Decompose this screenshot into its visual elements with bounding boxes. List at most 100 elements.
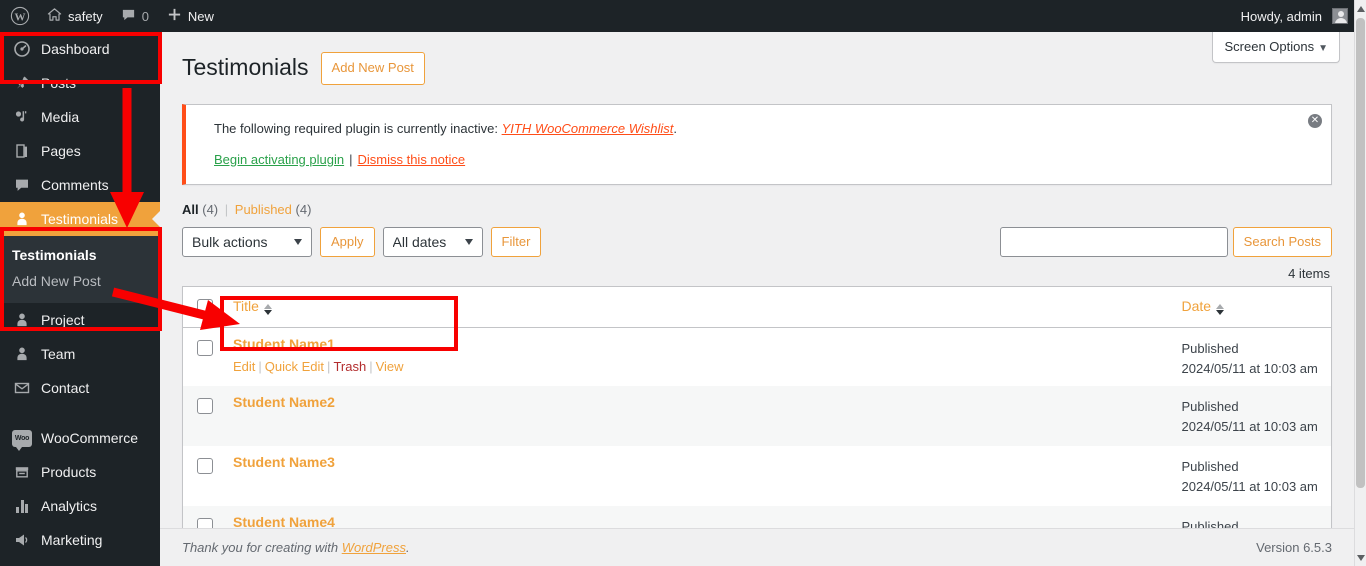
title-sort-link[interactable]: Title: [233, 298, 259, 314]
sidebar-item-woocommerce[interactable]: Woo WooCommerce: [0, 421, 160, 455]
post-date: 2024/05/11 at 10:03 am: [1181, 360, 1318, 376]
post-title-link[interactable]: Student Name2: [233, 394, 335, 410]
bulk-actions-select[interactable]: Bulk actions: [182, 227, 312, 258]
search-posts-button[interactable]: Search Posts: [1232, 227, 1332, 258]
sidebar-item-pages[interactable]: Pages: [0, 134, 160, 168]
search-input[interactable]: [999, 227, 1228, 258]
products-box-icon: [12, 464, 32, 480]
row-checkbox[interactable]: [197, 458, 213, 475]
person-icon: [12, 312, 32, 328]
close-circle-icon[interactable]: ✕: [1308, 113, 1322, 128]
sidebar-item-testimonials[interactable]: Testimonials: [0, 202, 160, 236]
notice-text-before: The following required plugin is current…: [214, 120, 502, 136]
sort-arrows-icon[interactable]: [1216, 303, 1225, 315]
new-content-menu[interactable]: New: [158, 0, 223, 32]
bulk-actions-select-wrap: Bulk actions: [182, 227, 312, 258]
sort-arrows-icon[interactable]: [263, 303, 272, 315]
avatar[interactable]: [1332, 8, 1348, 24]
post-title-link[interactable]: Student Name3: [233, 454, 335, 470]
chevron-down-icon: ▼: [1318, 43, 1328, 54]
envelope-icon: [12, 380, 32, 396]
howdy-menu[interactable]: Howdy, admin: [1232, 0, 1324, 32]
footer-thankyou: Thank you for creating with WordPress.: [182, 540, 410, 555]
submenu-item-testimonials[interactable]: Testimonials: [0, 242, 160, 268]
plugin-inactive-notice: ✕ The following required plugin is curre…: [182, 103, 1332, 186]
sidebar-item-label: Comments: [41, 177, 109, 193]
sidebar-item-products[interactable]: Products: [0, 455, 160, 489]
views-filter-list: All (4) | Published (4): [182, 202, 1332, 217]
sidebar-item-project[interactable]: Project: [0, 303, 160, 337]
row-date-cell: Published 2024/05/11 at 10:03 am: [1171, 386, 1332, 447]
screen-options-button[interactable]: Screen Options ▼: [1212, 32, 1340, 63]
table-row[interactable]: Student Name3 Published 2024/05/11 at 10…: [183, 446, 1332, 506]
post-title-link[interactable]: Student Name1: [233, 336, 335, 352]
table-row[interactable]: Student Name2 Published 2024/05/11 at 10…: [182, 386, 1332, 447]
title-column-header: Title: [223, 286, 1172, 329]
screen-meta: Screen Options ▼: [1212, 32, 1340, 63]
sidebar-item-label: Project: [41, 312, 85, 328]
submenu-item-add-new-post[interactable]: Add New Post: [0, 268, 160, 294]
row-action-edit[interactable]: Edit: [233, 359, 255, 374]
view-all-label[interactable]: All: [182, 202, 199, 217]
row-checkbox[interactable]: [197, 398, 213, 415]
all-dates-select-wrap: All dates: [382, 227, 483, 258]
view-published-label[interactable]: Published: [235, 202, 292, 217]
new-label: New: [187, 8, 214, 24]
select-all-checkbox[interactable]: [197, 299, 213, 316]
row-action-trash[interactable]: Trash: [333, 359, 366, 374]
wordpress-logo-icon[interactable]: W: [0, 0, 38, 32]
comments-count: 0: [141, 8, 149, 24]
begin-activating-plugin-link[interactable]: Begin activating plugin: [214, 152, 344, 167]
add-new-post-button[interactable]: Add New Post: [320, 52, 425, 85]
screen-options-label: Screen Options: [1224, 39, 1315, 54]
search-row: Search Posts: [999, 227, 1332, 258]
post-status: Published: [1181, 459, 1239, 475]
sidebar-item-label: Testimonials: [41, 211, 119, 227]
footer-version: Version 6.5.3: [1256, 540, 1332, 555]
notice-actions: Begin activating plugin | Dismiss this not…: [214, 150, 1317, 171]
plugin-link[interactable]: YITH WooCommerce Wishlist: [502, 121, 674, 136]
media-icon: [12, 109, 32, 125]
footer-text-before: Thank you for creating with: [182, 540, 342, 555]
date-column-header: Date: [1171, 286, 1332, 329]
row-action-view[interactable]: View: [376, 359, 404, 374]
notice-separator: |: [349, 151, 353, 167]
scroll-up-arrow-icon[interactable]: [1355, 2, 1366, 15]
scroll-down-arrow-icon[interactable]: [1355, 551, 1366, 564]
sidebar-item-media[interactable]: Media: [0, 100, 160, 134]
sidebar-item-contact[interactable]: Contact: [0, 371, 160, 405]
sidebar-item-analytics[interactable]: Analytics: [0, 489, 160, 523]
admin-bar: W safety 0 New Howdy, admin: [0, 0, 1354, 32]
person-icon: [12, 346, 32, 362]
sidebar-item-team[interactable]: Team: [0, 337, 160, 371]
sidebar-item-comments[interactable]: Comments: [0, 168, 160, 202]
admin-bar-right: Howdy, admin: [1232, 0, 1354, 32]
row-action-quick-edit[interactable]: Quick Edit: [265, 359, 324, 374]
filter-button[interactable]: Filter: [490, 227, 542, 258]
table-header-row: Title Date: [182, 286, 1332, 329]
sidebar-item-dashboard[interactable]: Dashboard: [0, 32, 160, 66]
site-name-menu[interactable]: safety: [38, 0, 112, 32]
view-published-count: (4): [295, 202, 312, 218]
comments-menu[interactable]: 0: [112, 0, 158, 32]
page-header: Testimonials Add New Post: [182, 52, 1332, 85]
dismiss-notice-link[interactable]: Dismiss this notice: [357, 152, 465, 167]
views-separator: |: [224, 202, 229, 218]
comment-bubble-icon: [121, 7, 136, 25]
person-icon: [12, 211, 32, 227]
sidebar-item-marketing[interactable]: Marketing: [0, 523, 160, 557]
page-title: Testimonials: [182, 54, 309, 81]
date-sort-link[interactable]: Date: [1182, 298, 1212, 314]
all-dates-select[interactable]: All dates: [382, 227, 483, 258]
apply-button[interactable]: Apply: [320, 227, 375, 258]
items-count-label: 4 items: [1288, 266, 1330, 282]
row-checkbox[interactable]: [197, 340, 213, 357]
row-actions: Edit | Quick Edit | Trash | View: [233, 359, 404, 375]
table-row[interactable]: Student Name1 Edit | Quick Edit | Trash | View…: [183, 328, 1332, 387]
scrollbar-thumb[interactable]: [1356, 18, 1365, 488]
sidebar-item-label: Dashboard: [41, 41, 110, 57]
home-icon: [47, 7, 62, 25]
sidebar-item-posts[interactable]: Posts: [0, 66, 160, 100]
page-scrollbar[interactable]: [1354, 0, 1366, 566]
wordpress-link[interactable]: WordPress: [342, 540, 406, 555]
